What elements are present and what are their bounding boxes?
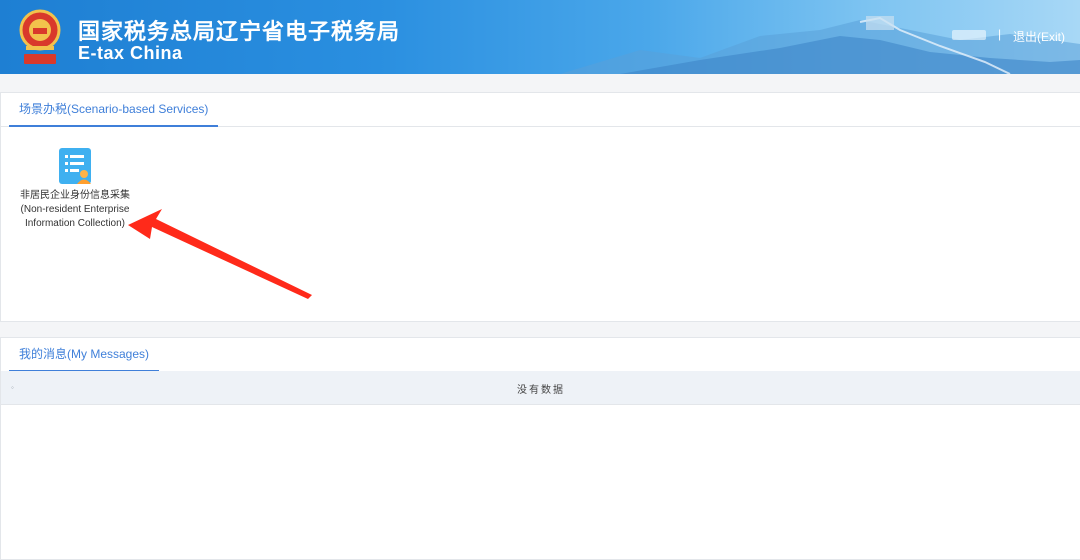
username-redacted bbox=[952, 30, 986, 40]
site-title-en: E-tax China bbox=[78, 43, 183, 63]
header-separator: | bbox=[998, 27, 1002, 41]
exit-link[interactable]: 退出(Exit) bbox=[1013, 28, 1065, 45]
service-nonresident-info-collection[interactable]: 非居民企业身份信息采集 (Non-resident Enterprise Inf… bbox=[19, 147, 131, 231]
empty-state-text: 没有数据 bbox=[517, 385, 565, 396]
tab-scenario-services[interactable]: 场景办税(Scenario-based Services) bbox=[9, 93, 219, 127]
annotation-arrow bbox=[128, 209, 312, 299]
service-label: 非居民企业身份信息采集 (Non-resident Enterprise Inf… bbox=[20, 190, 130, 229]
messages-tabbar: 我的消息(My Messages) bbox=[1, 338, 1080, 372]
national-emblem-logo bbox=[19, 9, 61, 64]
page-header: 国家税务总局辽宁省电子税务局 E-tax China | 退出(Exit) bbox=[0, 0, 1080, 74]
document-person-icon bbox=[59, 148, 91, 184]
scenario-tabbar: 场景办税(Scenario-based Services) bbox=[1, 93, 1080, 127]
tab-my-messages[interactable]: 我的消息(My Messages) bbox=[9, 338, 160, 372]
my-messages-panel: 我的消息(My Messages) ◦ 没有数据 bbox=[0, 337, 1080, 560]
messages-table-header: ◦ 没有数据 bbox=[1, 371, 1080, 405]
site-title-cn: 国家税务总局辽宁省电子税务局 bbox=[78, 20, 401, 45]
